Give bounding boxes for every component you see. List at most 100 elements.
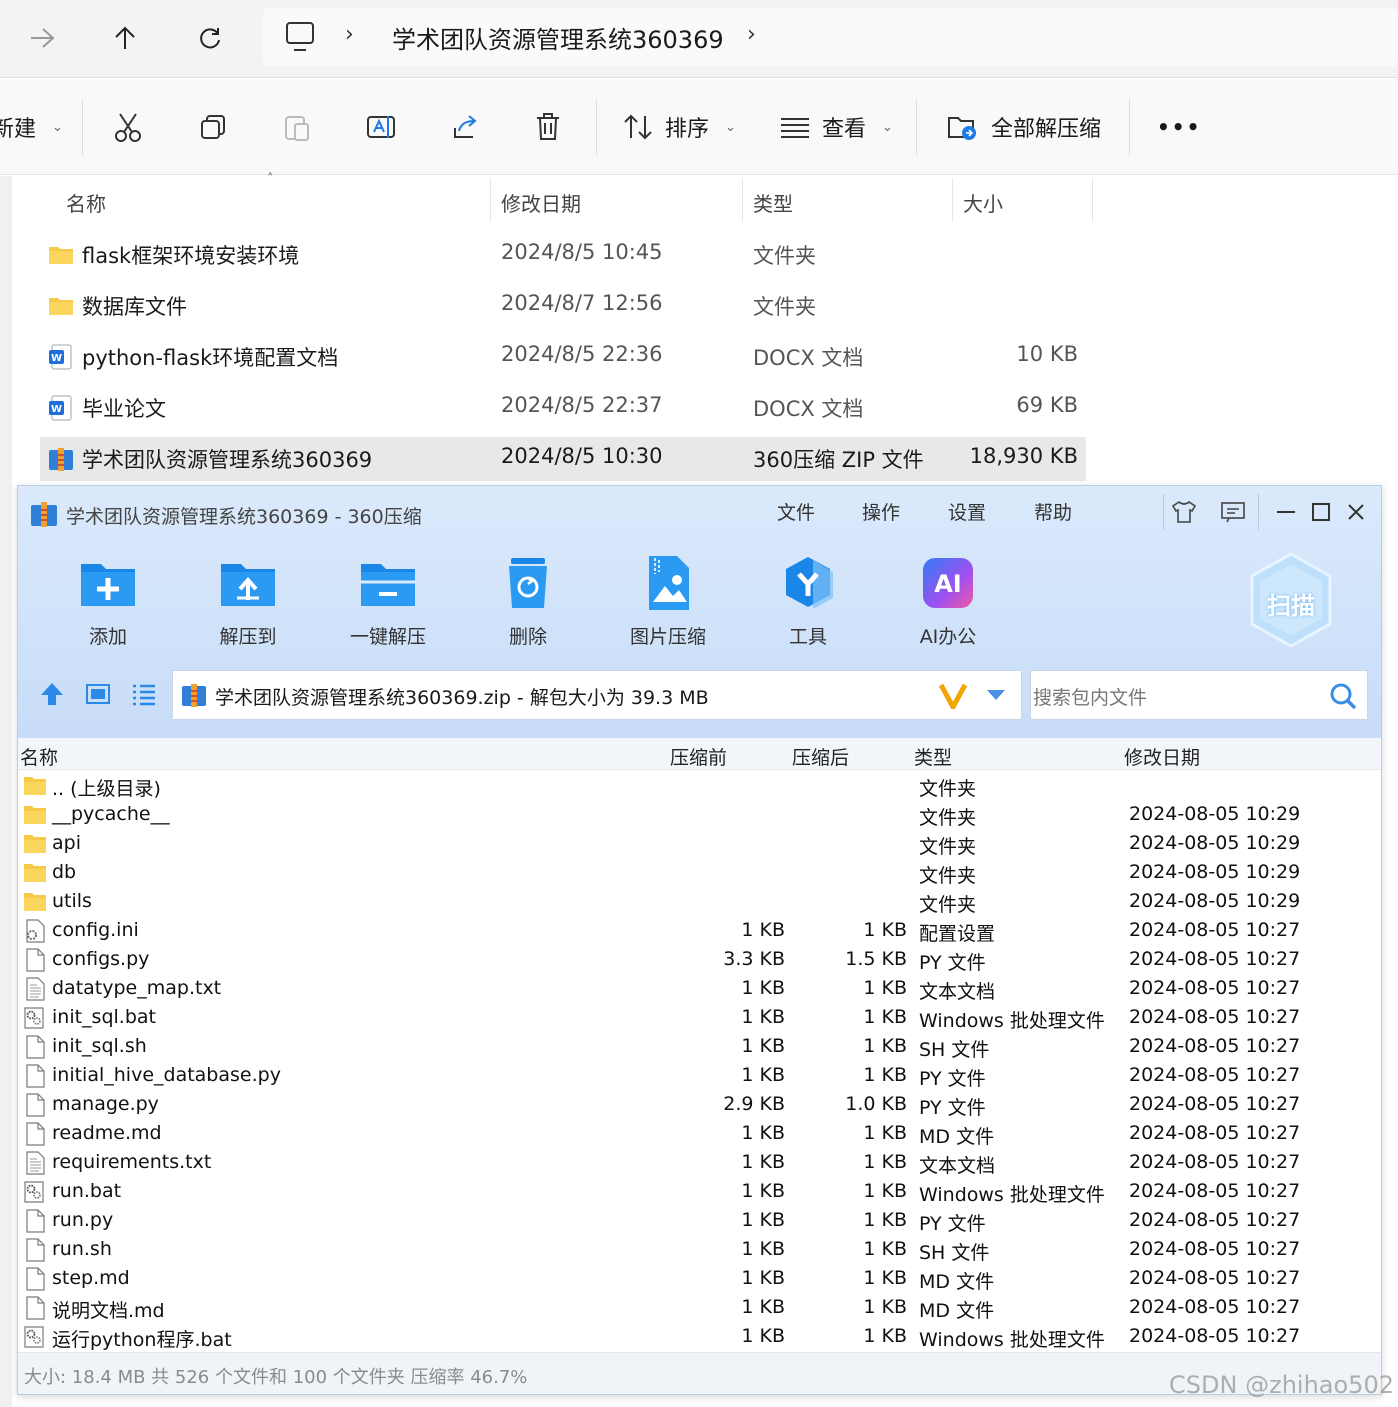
this-pc-icon[interactable]: [285, 20, 315, 54]
file-size: 69 KB: [1016, 393, 1078, 417]
archive-row[interactable]: init_sql.sh 1 KB 1 KB SH 文件 2024-08-05 10:27: [18, 1033, 1381, 1062]
menu-settings[interactable]: 设置: [948, 498, 986, 525]
entry-compressed-size: 1 KB: [863, 1151, 907, 1173]
archive-row[interactable]: datatype_map.txt 1 KB 1 KB 文本文档 2024-08-05 1…: [18, 975, 1381, 1004]
breadcrumb[interactable]: 学术团队资源管理系统360369: [392, 20, 724, 55]
column-header-compressed-size[interactable]: 压缩后: [792, 743, 849, 770]
column-header-modified[interactable]: 修改日期: [501, 188, 581, 217]
entry-name: run.py: [52, 1209, 114, 1231]
cut-icon[interactable]: [114, 101, 142, 153]
one-click-extract-button[interactable]: 一键解压: [333, 554, 443, 649]
file-row[interactable]: W python-flask环境配置文档 2024/8/5 22:36 DOCX…: [40, 335, 1086, 379]
image-compress-button[interactable]: 图片压缩: [613, 554, 723, 649]
folder-icon: [23, 803, 47, 827]
file-row-selected[interactable]: 学术团队资源管理系统360369 2024/8/5 10:30 360压缩 ZI…: [40, 437, 1086, 481]
menu-operate[interactable]: 操作: [862, 498, 900, 525]
archive-row[interactable]: configs.py 3.3 KB 1.5 KB PY 文件 2024-08-05 10…: [18, 946, 1381, 975]
column-header-modified[interactable]: 修改日期: [1124, 743, 1200, 770]
copy-icon[interactable]: [199, 101, 227, 153]
archive-path-box[interactable]: 学术团队资源管理系统360369.zip - 解包大小为 39.3 MB: [172, 670, 1022, 720]
archive-row[interactable]: 说明文档.md 1 KB 1 KB MD 文件 2024-08-05 10:27: [18, 1294, 1381, 1323]
entry-modified: 2024-08-05 10:27: [1129, 1064, 1301, 1086]
archive-row[interactable]: db 文件夹 2024-08-05 10:29: [18, 859, 1381, 888]
file-name: 毕业论文: [82, 397, 166, 421]
menu-help[interactable]: 帮助: [1034, 498, 1072, 525]
add-button[interactable]: 添加: [53, 554, 163, 649]
address-bar: › 学术团队资源管理系统360369 ›: [0, 0, 1398, 78]
archive-row[interactable]: .. (上级目录) 文件夹: [18, 772, 1381, 801]
more-options-icon[interactable]: •••: [1157, 101, 1201, 153]
entry-modified: 2024-08-05 10:27: [1129, 948, 1301, 970]
archive-row[interactable]: requirements.txt 1 KB 1 KB 文本文档 2024-08-05 1…: [18, 1149, 1381, 1178]
entry-modified: 2024-08-05 10:27: [1129, 1238, 1301, 1260]
view-button[interactable]: 查看 ⌄: [780, 101, 893, 153]
archive-row[interactable]: run.sh 1 KB 1 KB SH 文件 2024-08-05 10:27: [18, 1236, 1381, 1265]
feedback-icon[interactable]: [1215, 496, 1251, 528]
maximize-icon[interactable]: [1303, 496, 1339, 528]
column-header-type[interactable]: 类型: [914, 743, 952, 770]
column-header-name[interactable]: 名称: [66, 188, 106, 217]
column-header-original-size[interactable]: 压缩前: [670, 743, 727, 770]
sort-button[interactable]: 排序 ⌄: [623, 101, 736, 153]
skin-shirt-icon[interactable]: [1166, 496, 1202, 528]
archive-row[interactable]: init_sql.bat 1 KB 1 KB Windows 批处理文件 2024-08…: [18, 1004, 1381, 1033]
tools-button[interactable]: 工具: [753, 554, 863, 649]
delete-button[interactable]: 删除: [473, 554, 583, 649]
chevron-right-icon[interactable]: ›: [345, 22, 354, 47]
rename-icon[interactable]: [366, 101, 396, 153]
file-name: 学术团队资源管理系统360369: [82, 448, 373, 472]
archive-row[interactable]: run.bat 1 KB 1 KB Windows 批处理文件 2024-08-05 1…: [18, 1178, 1381, 1207]
paste-icon[interactable]: [283, 101, 311, 153]
archive-row[interactable]: utils 文件夹 2024-08-05 10:29: [18, 888, 1381, 917]
file-row[interactable]: W 毕业论文 2024/8/5 22:37 DOCX 文档 69 KB: [40, 386, 1086, 430]
archive-row[interactable]: step.md 1 KB 1 KB MD 文件 2024-08-05 10:27: [18, 1265, 1381, 1294]
close-icon[interactable]: [1338, 496, 1374, 528]
archive-search-input[interactable]: 搜索包内文件: [1030, 670, 1368, 720]
entry-name: run.bat: [52, 1180, 122, 1202]
thumbnail-view-icon[interactable]: [84, 680, 112, 712]
column-header-type[interactable]: 类型: [753, 188, 793, 217]
delete-icon[interactable]: [535, 101, 561, 153]
dropdown-arrow-icon[interactable]: [985, 687, 1007, 707]
scan-button[interactable]: 扫描: [1248, 552, 1334, 650]
menu-file[interactable]: 文件: [777, 498, 815, 525]
file-row[interactable]: flask框架环境安装环境 2024/8/5 10:45 文件夹: [40, 233, 1086, 277]
ai-office-button[interactable]: AI AI办公: [893, 554, 1003, 649]
file-modified: 2024/8/5 22:37: [501, 393, 663, 417]
file-row[interactable]: 数据库文件 2024/8/7 12:56 文件夹: [40, 284, 1086, 328]
entry-type: PY 文件: [919, 1068, 986, 1090]
minimize-icon[interactable]: [1268, 496, 1304, 528]
extract-to-button[interactable]: 解压到: [193, 554, 303, 649]
column-header-name[interactable]: 名称: [20, 743, 58, 770]
file-icon: [23, 1093, 47, 1117]
search-icon[interactable]: [1329, 682, 1357, 714]
archive-row[interactable]: api 文件夹 2024-08-05 10:29: [18, 830, 1381, 859]
entry-name: init_sql.bat: [52, 1006, 156, 1028]
column-header-size[interactable]: 大小: [963, 188, 1003, 217]
archive-row[interactable]: config.ini 1 KB 1 KB 配置设置 2024-08-05 10:27: [18, 917, 1381, 946]
refresh-icon[interactable]: [188, 16, 232, 60]
new-button[interactable]: 新建 ⌄: [0, 101, 63, 153]
extract-all-button[interactable]: 全部解压缩: [947, 101, 1101, 153]
entry-modified: 2024-08-05 10:27: [1129, 1122, 1301, 1144]
entry-compressed-size: 1 KB: [863, 1122, 907, 1144]
extract-folder-icon: [948, 117, 976, 140]
archive-row[interactable]: 运行python程序.bat 1 KB 1 KB Windows 批处理文件 2024-…: [18, 1323, 1381, 1352]
extract-all-label: 全部解压缩: [991, 117, 1102, 142]
up-arrow-icon[interactable]: [103, 16, 147, 60]
up-level-icon[interactable]: [38, 680, 66, 712]
back-arrow-icon[interactable]: [20, 16, 64, 60]
archive-row[interactable]: readme.md 1 KB 1 KB MD 文件 2024-08-05 10:27: [18, 1120, 1381, 1149]
file-icon: [23, 1122, 47, 1146]
entry-original-size: 1 KB: [741, 1006, 785, 1028]
archive-row[interactable]: __pycache__ 文件夹 2024-08-05 10:29: [18, 801, 1381, 830]
entry-name: .. (上级目录): [52, 778, 161, 800]
chevron-right-icon[interactable]: ›: [747, 22, 756, 47]
text-file-icon: [23, 977, 47, 1001]
share-icon[interactable]: [451, 101, 479, 153]
archive-row[interactable]: run.py 1 KB 1 KB PY 文件 2024-08-05 10:27: [18, 1207, 1381, 1236]
list-view-icon[interactable]: [130, 680, 158, 712]
archive-row[interactable]: initial_hive_database.py 1 KB 1 KB PY 文件 202…: [18, 1062, 1381, 1091]
archive-row[interactable]: manage.py 2.9 KB 1.0 KB PY 文件 2024-08-05 10:…: [18, 1091, 1381, 1120]
zip-app-icon: [30, 500, 58, 528]
